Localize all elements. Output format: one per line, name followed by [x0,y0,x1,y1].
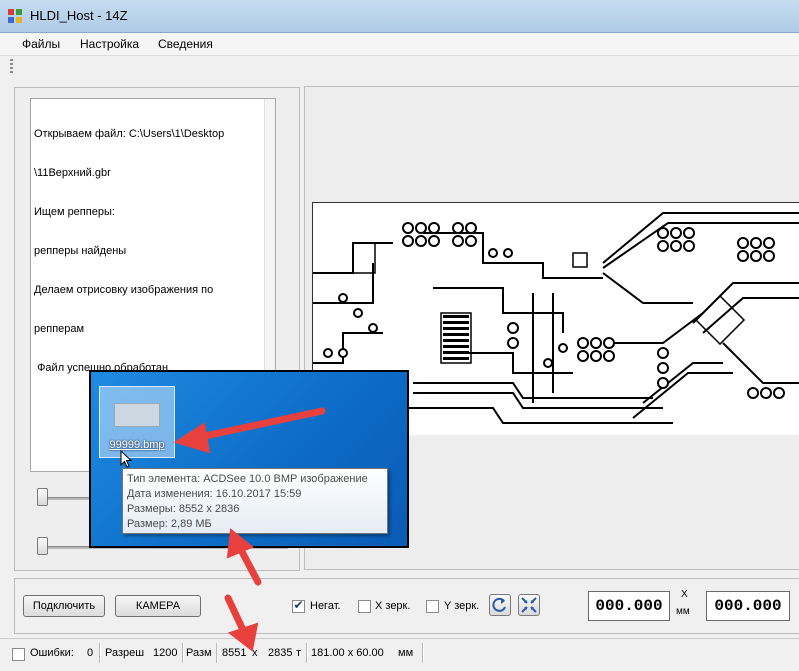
log-line: \11Верхний.gbr [34,167,111,179]
log-line: репперы найдены [34,245,127,257]
status-bar: Ошибки: 0 Разреш 1200 Разм 8551 x 2835 т… [0,638,799,671]
tooltip-size: Размер: 2,89 МБ [127,518,212,530]
menu-settings[interactable]: Настройка [80,37,139,51]
mirror-x-label: X зерк. [375,600,411,612]
tooltip-modified: Дата изменения: 16.10.2017 15:59 [127,488,302,500]
size-label: Разм [186,647,212,659]
y-coordinate-display: 000.000 [706,591,790,621]
size-x-separator: x [252,647,258,659]
log-line: репперам [34,323,85,335]
menu-files[interactable]: Файлы [22,37,60,51]
mouse-cursor-icon [120,450,132,468]
x-unit-label: мм [676,606,690,617]
rotate-button[interactable] [489,594,511,616]
status-separator [182,643,184,663]
collapse-arrows-icon [521,597,537,613]
status-separator [422,643,424,663]
bmp-file-icon [114,403,160,427]
negative-checkbox[interactable]: ✔ [292,598,305,613]
file-tooltip: Тип элемента: ACDSee 10.0 BMP изображени… [122,468,388,534]
errors-label: Ошибки: [30,647,74,659]
status-separator [216,643,218,663]
status-separator [99,643,101,663]
app-icon [8,9,22,23]
log-line: Ищем репперы: [34,206,115,218]
fit-button[interactable] [518,594,540,616]
height-px-value: 2835 [268,647,293,659]
log-line: Открываем файл: C:\Users\1\Desktop [34,128,225,140]
file-name: 99999.bmp [109,439,165,451]
slider-thumb-1[interactable] [37,488,48,506]
file-item[interactable]: 99999.bmp [99,386,175,458]
negative-label: Негат. [310,600,341,612]
tooltip-type: Тип элемента: ACDSee 10.0 BMP изображени… [127,473,368,485]
x-coordinate-display: 000.000 [588,591,670,621]
connect-button[interactable]: Подключить [23,595,105,617]
log-text: Открываем файл: C:\Users\1\Desktop \11Ве… [34,102,266,401]
window-title: HLDI_Host - 14Z [30,8,128,23]
size-mm-value: 181.00 x 60.00 [311,647,384,659]
x-axis-label: X [681,589,688,600]
menu-bar: Файлы Настройка Сведения [0,33,799,56]
check-mark-icon: ✔ [293,598,304,612]
mirror-y-checkbox[interactable] [426,600,439,613]
errors-value: 0 [87,647,94,659]
explorer-overlay: 99999.bmp Тип элемента: ACDSee 10.0 BMP … [89,370,409,548]
camera-button[interactable]: КАМЕРА [115,595,201,617]
mirror-y-label: Y зерк. [444,600,480,612]
slider-thumb-2[interactable] [37,537,48,555]
resolution-label: Разреш [105,647,145,659]
unit-mm-label: мм [398,647,414,659]
window-titlebar: HLDI_Host - 14Z [0,0,799,33]
toolbar-grip[interactable] [10,59,13,73]
resolution-value: 1200 [153,647,178,659]
tooltip-dimensions: Размеры: 8552 x 2836 [127,503,240,515]
rotate-icon [492,597,506,612]
log-line: Делаем отрисовку изображения по [34,284,214,296]
mirror-x-checkbox[interactable] [358,600,371,613]
menu-info[interactable]: Сведения [158,37,213,51]
status-separator [306,643,308,663]
unit-t-label: т [296,647,302,659]
width-px-value: 8551 [222,647,247,659]
status-checkbox[interactable] [12,648,25,661]
